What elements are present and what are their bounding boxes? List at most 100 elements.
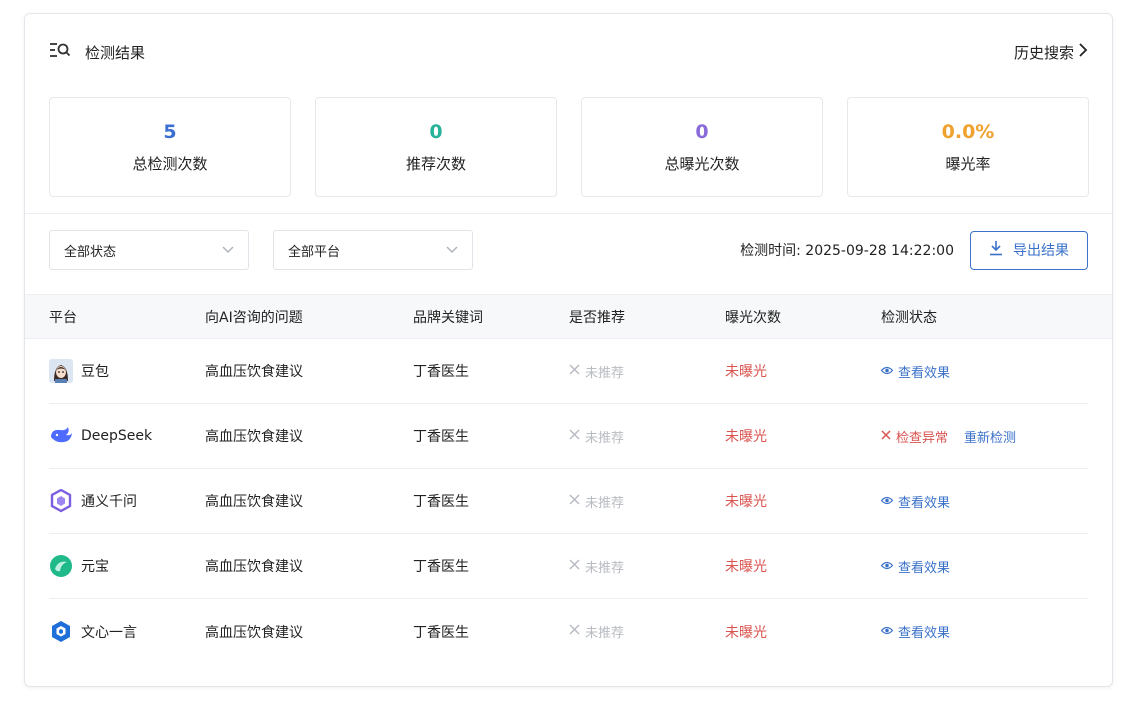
check-time-label: 检测时间: 2025-09-28 14:22:00	[740, 243, 954, 259]
eye-icon	[880, 624, 894, 639]
stat-total-exposures: 0 总曝光次数	[581, 97, 823, 197]
check-error-status: 检查异常	[881, 427, 948, 446]
search-list-icon	[49, 41, 71, 63]
exposure-cell: 未曝光	[725, 429, 767, 445]
eye-icon	[880, 364, 894, 379]
results-header: 检测结果 历史搜索	[49, 36, 1088, 68]
recommend-text: 未推荐	[585, 560, 625, 576]
stat-label: 总曝光次数	[664, 154, 740, 173]
chevron-down-icon	[446, 243, 458, 258]
recommend-text: 未推荐	[585, 365, 625, 381]
stat-exposure-rate: 0.0% 曝光率	[847, 97, 1089, 197]
close-icon	[569, 428, 580, 444]
stat-value: 5	[163, 120, 177, 143]
status-filter-value: 全部状态	[64, 244, 117, 260]
recommend-text: 未推荐	[585, 626, 625, 641]
table-row: DeepSeek 高血压饮食建议 丁香医生 未推荐 未曝光 检查异常 重新检测	[49, 404, 1088, 469]
recommend-cell: 未推荐	[569, 557, 725, 576]
stat-recommendations: 0 推荐次数	[315, 97, 557, 197]
platform-name: 文心一言	[81, 624, 137, 641]
stat-value: 0.0%	[941, 120, 995, 143]
question-cell: 高血压饮食建议	[205, 429, 303, 445]
close-icon	[569, 624, 580, 639]
platform-name: DeepSeek	[81, 428, 153, 444]
question-cell: 高血压饮食建议	[205, 559, 303, 575]
column-header: 向AI咨询的问题	[205, 309, 303, 326]
recommend-cell: 未推荐	[569, 362, 725, 381]
stats-row: 5 总检测次数 0 推荐次数 0 总曝光次数 0.0% 曝光率	[49, 97, 1089, 197]
exposure-cell: 未曝光	[725, 494, 767, 510]
tongyi-logo-icon	[49, 489, 73, 513]
exposure-cell: 未曝光	[725, 364, 767, 380]
brand-cell: 丁香医生	[413, 559, 469, 575]
brand-cell: 丁香医生	[413, 494, 469, 510]
close-icon	[569, 558, 580, 574]
question-cell: 高血压饮食建议	[205, 494, 303, 510]
stat-label: 推荐次数	[405, 154, 466, 173]
exposure-cell: 未曝光	[725, 559, 767, 575]
exposure-cell: 未曝光	[725, 624, 767, 641]
eye-icon	[880, 494, 894, 509]
stat-value: 0	[695, 120, 709, 143]
results-card: 检测结果 历史搜索 5 总检测次数 0 推荐次数 0 总曝光次数 0.0% 曝光…	[24, 13, 1113, 687]
view-effect-link[interactable]: 查看效果	[880, 362, 951, 381]
column-header: 品牌关键词	[413, 309, 483, 326]
yuanbao-logo-icon	[49, 554, 73, 578]
stat-label: 总检测次数	[132, 154, 208, 173]
doubao-logo-icon	[49, 359, 73, 383]
table-row: 文心一言 高血压饮食建议 丁香医生 未推荐 未曝光 查看效果	[49, 599, 1088, 664]
deepseek-logo-icon	[49, 424, 73, 448]
chevron-right-icon	[1078, 43, 1088, 61]
eye-icon	[880, 559, 894, 574]
section-divider	[25, 213, 1112, 214]
view-effect-label: 查看效果	[898, 365, 951, 381]
page-title: 检测结果	[85, 43, 146, 62]
close-icon	[569, 363, 580, 379]
error-x-icon	[881, 429, 891, 444]
brand-cell: 丁香医生	[413, 624, 469, 641]
question-cell: 高血压饮食建议	[205, 364, 303, 380]
view-effect-label: 查看效果	[898, 495, 951, 511]
history-search-link[interactable]: 历史搜索	[1014, 42, 1088, 63]
chevron-down-icon	[222, 243, 234, 258]
platform-name: 通义千问	[81, 494, 137, 510]
table-header: 平台 向AI咨询的问题 品牌关键词 是否推荐 曝光次数 检测状态	[25, 294, 1112, 339]
recommend-text: 未推荐	[585, 495, 625, 511]
view-effect-link[interactable]: 查看效果	[880, 622, 951, 641]
wenxin-logo-icon	[49, 620, 73, 644]
platform-name: 豆包	[81, 364, 109, 380]
platform-filter-value: 全部平台	[288, 244, 341, 260]
download-icon	[989, 240, 1003, 260]
recommend-cell: 未推荐	[569, 622, 725, 641]
recommend-text: 未推荐	[585, 430, 625, 446]
export-results-button[interactable]: 导出结果	[970, 230, 1088, 270]
brand-cell: 丁香医生	[413, 429, 469, 445]
brand-cell: 丁香医生	[413, 364, 469, 380]
export-label: 导出结果	[1013, 243, 1069, 259]
stat-label: 曝光率	[945, 154, 991, 173]
view-effect-label: 查看效果	[898, 560, 951, 576]
question-cell: 高血压饮食建议	[205, 624, 303, 641]
column-header: 平台	[49, 309, 77, 326]
status-filter-select[interactable]: 全部状态	[49, 230, 249, 270]
table-row: 豆包 高血压饮食建议 丁香医生 未推荐 未曝光 查看效果	[49, 339, 1088, 404]
stat-value: 0	[429, 120, 443, 143]
view-effect-link[interactable]: 查看效果	[880, 557, 951, 576]
error-label: 检查异常	[896, 430, 949, 446]
recommend-cell: 未推荐	[569, 492, 725, 511]
history-search-label: 历史搜索	[1013, 43, 1074, 62]
table-row: 通义千问 高血压饮食建议 丁香医生 未推荐 未曝光 查看效果	[49, 469, 1088, 534]
view-effect-link[interactable]: 查看效果	[880, 492, 951, 511]
filter-bar: 全部状态 全部平台 检测时间: 2025-09-28 14:22:00 导出结果	[49, 230, 1088, 270]
platform-filter-select[interactable]: 全部平台	[273, 230, 473, 270]
results-table: 平台 向AI咨询的问题 品牌关键词 是否推荐 曝光次数 检测状态 豆包 高血压饮…	[25, 294, 1112, 664]
stat-total-checks: 5 总检测次数	[49, 97, 291, 197]
column-header: 曝光次数	[725, 309, 781, 326]
table-row: 元宝 高血压饮食建议 丁香医生 未推荐 未曝光 查看效果	[49, 534, 1088, 599]
platform-name: 元宝	[81, 559, 109, 575]
view-effect-label: 查看效果	[898, 626, 951, 641]
retest-link[interactable]: 重新检测	[964, 427, 1016, 446]
recommend-cell: 未推荐	[569, 427, 725, 446]
close-icon	[569, 493, 580, 509]
column-header: 是否推荐	[569, 309, 625, 326]
